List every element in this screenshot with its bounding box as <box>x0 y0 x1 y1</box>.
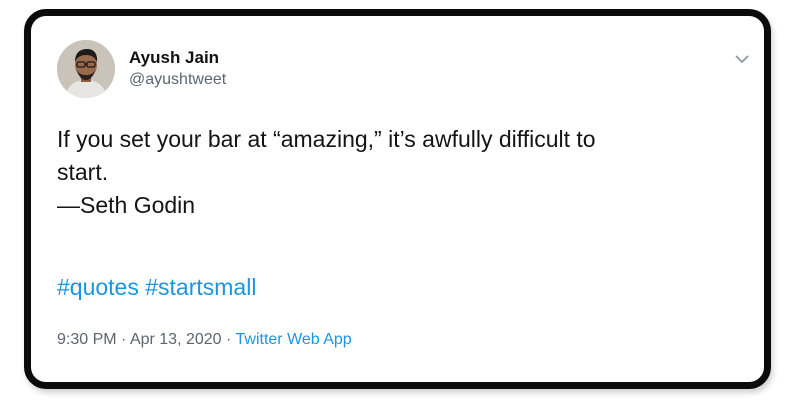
tweet-text: If you set your bar at “amazing,” it’s a… <box>57 123 737 222</box>
meta-separator: · <box>121 331 127 348</box>
avatar-image <box>57 40 115 98</box>
tweet-time[interactable]: 9:30 PM <box>57 331 117 348</box>
tweet-text-line: —Seth Godin <box>57 192 196 218</box>
tweet-source[interactable]: Twitter Web App <box>236 331 352 348</box>
author-handle[interactable]: @ayushtweet <box>129 69 226 91</box>
avatar[interactable] <box>57 40 115 98</box>
tweet-card: Ayush Jain @ayushtweet If you set your b… <box>24 9 771 389</box>
hashtags: #quotes #startsmall <box>57 272 256 302</box>
hashtag-quotes[interactable]: #quotes <box>57 274 139 300</box>
author-names: Ayush Jain @ayushtweet <box>129 47 226 91</box>
author-display-name[interactable]: Ayush Jain <box>129 47 226 69</box>
hashtag-startsmall[interactable]: #startsmall <box>145 274 256 300</box>
tweet-date[interactable]: Apr 13, 2020 <box>130 331 222 348</box>
tweet-header: Ayush Jain @ayushtweet <box>57 40 226 98</box>
tweet-meta: 9:30 PM · Apr 13, 2020 · Twitter Web App <box>57 329 352 351</box>
meta-separator: · <box>226 331 232 348</box>
tweet-text-line: start. <box>57 159 109 185</box>
tweet-text-line: If you set your bar at “amazing,” it’s a… <box>57 126 596 152</box>
chevron-down-icon[interactable] <box>734 52 750 64</box>
